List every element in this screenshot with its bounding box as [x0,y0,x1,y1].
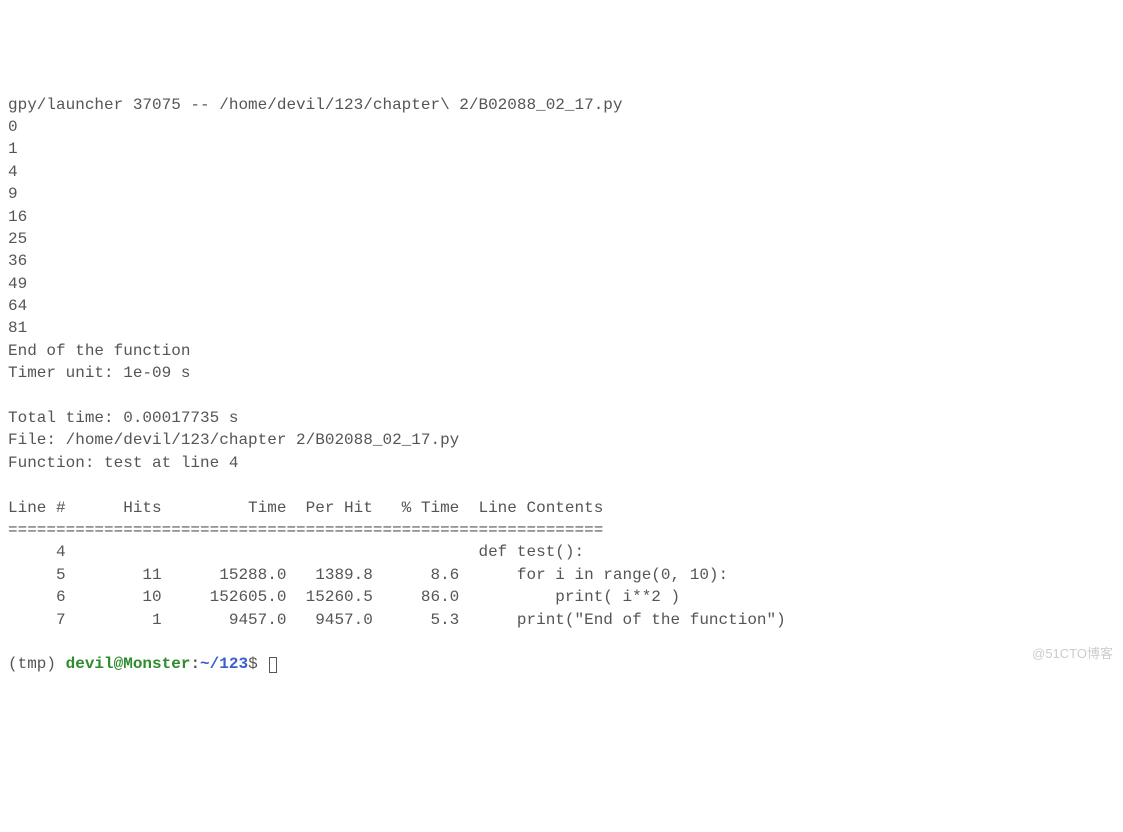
output-line: 0 [8,118,18,136]
output-line: 36 [8,252,27,270]
watermark: @51CTO博客 [1032,645,1113,663]
table-row: 5 11 15288.0 1389.8 8.6 for i in range(0… [8,566,728,584]
output-line: 49 [8,275,27,293]
table-row: 7 1 9457.0 9457.0 5.3 print("End of the … [8,611,786,629]
table-header: Line # Hits Time Per Hit % Time Line Con… [8,499,603,517]
table-divider: ========================================… [8,521,603,539]
output-line: 81 [8,319,27,337]
prompt-user-host: devil@Monster [66,655,191,673]
command-line: gpy/launcher 37075 -- /home/devil/123/ch… [8,96,623,114]
terminal-output: gpy/launcher 37075 -- /home/devil/123/ch… [8,94,1115,676]
prompt-line[interactable]: (tmp) devil@Monster:~/123$ [8,655,277,673]
output-line: 16 [8,208,27,226]
cursor-icon [269,657,277,673]
prompt-env: (tmp) [8,655,66,673]
prompt-path: ~/123 [200,655,248,673]
prompt-dollar: $ [248,655,267,673]
table-row: 4 def test(): [8,543,584,561]
table-row: 6 10 152605.0 15260.5 86.0 print( i**2 ) [8,588,680,606]
file-line: File: /home/devil/123/chapter 2/B02088_0… [8,431,459,449]
output-line: 64 [8,297,27,315]
output-line: 4 [8,163,18,181]
output-line: 1 [8,140,18,158]
output-line: 25 [8,230,27,248]
total-time-line: Total time: 0.00017735 s [8,409,238,427]
prompt-colon: : [190,655,200,673]
function-line: Function: test at line 4 [8,454,238,472]
timer-unit-line: Timer unit: 1e-09 s [8,364,190,382]
output-line: 9 [8,185,18,203]
end-function-msg: End of the function [8,342,190,360]
